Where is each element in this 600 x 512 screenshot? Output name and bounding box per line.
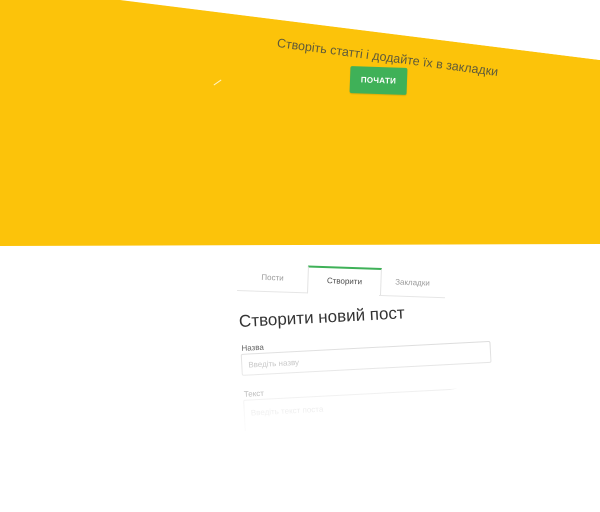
page-viewport: Створіть статті і додайте їх в закладки … [0, 0, 600, 512]
form-heading: Створити новий пост [238, 303, 406, 331]
create-post-form: Створити новий пост Назва Текст [238, 288, 506, 461]
tab-create[interactable]: Створити [307, 265, 382, 297]
text-label: Текст [243, 388, 265, 399]
text-textarea[interactable] [243, 386, 496, 456]
title-label: Назва [241, 342, 265, 353]
title-input[interactable] [240, 340, 492, 376]
tab-posts[interactable]: Пости [237, 264, 308, 294]
start-button[interactable]: ПОЧАТИ [349, 66, 408, 95]
